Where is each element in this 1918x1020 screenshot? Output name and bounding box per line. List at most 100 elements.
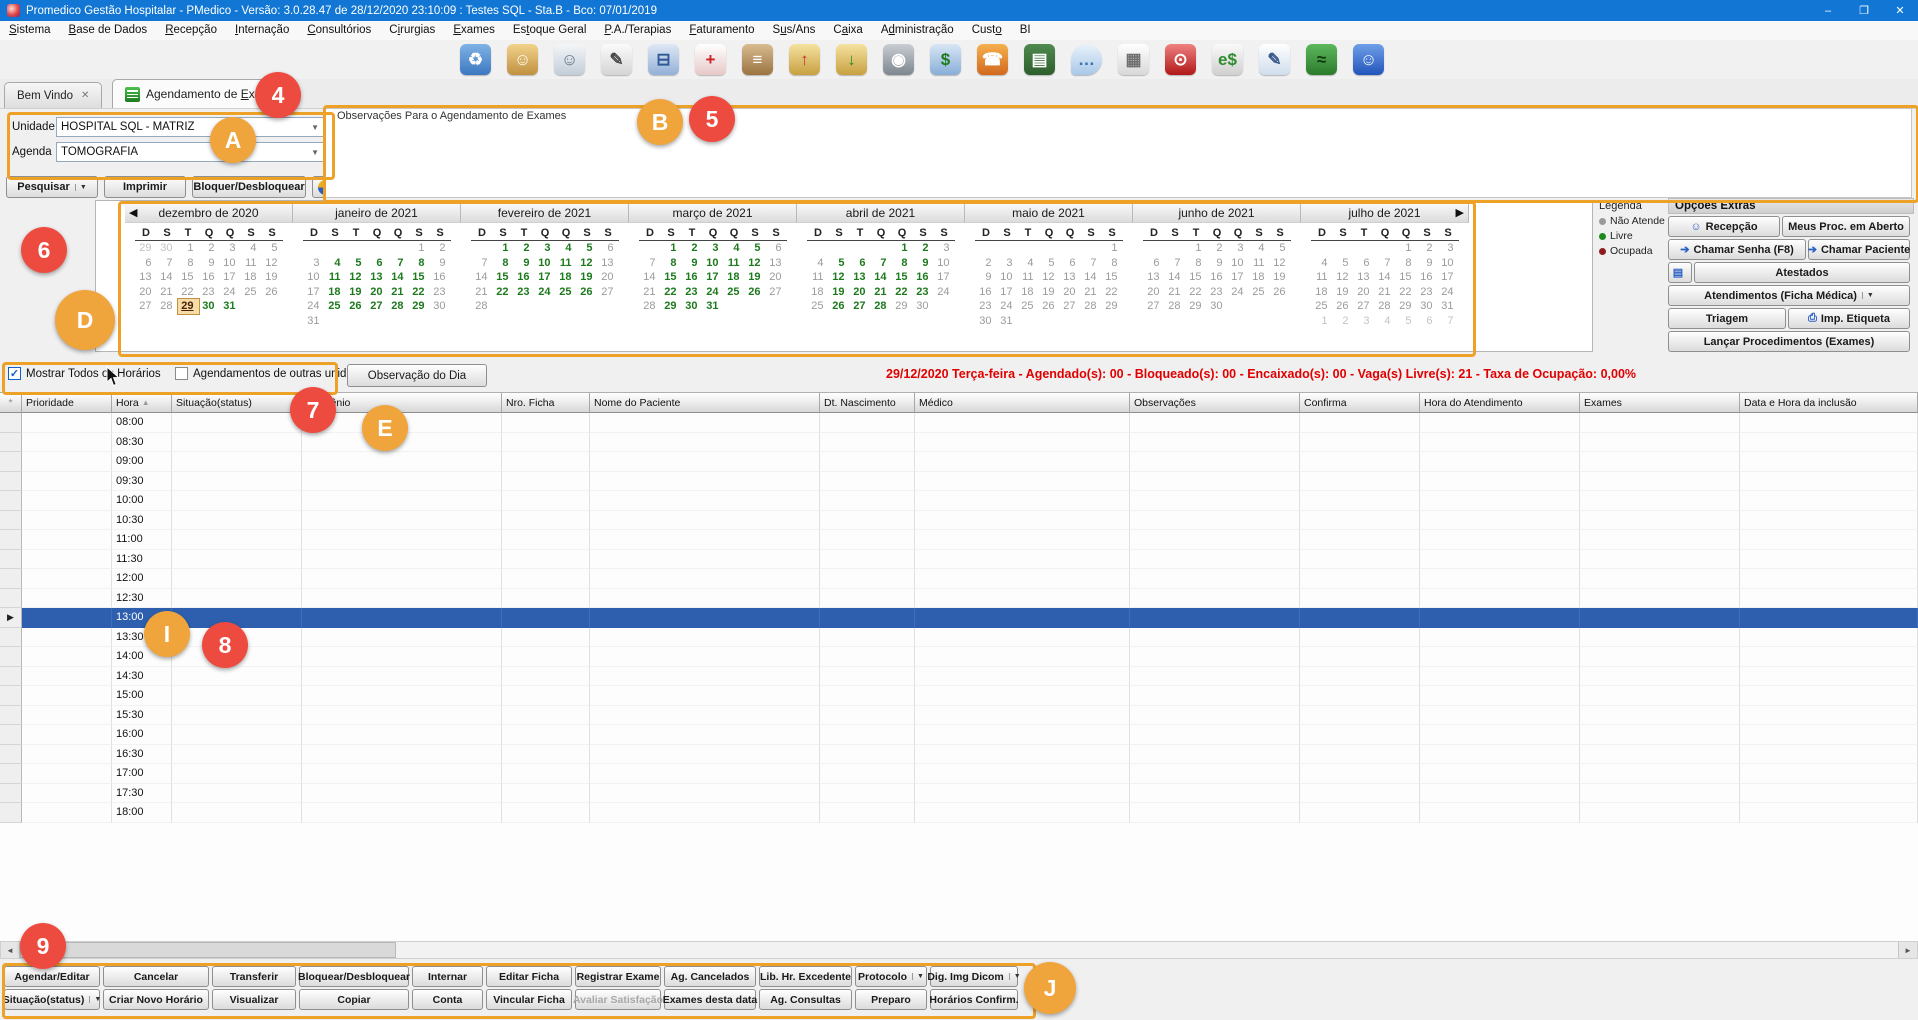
exames-desta-data-button[interactable]: Exames desta data: [664, 989, 756, 1010]
calendar-day[interactable]: 10: [535, 256, 556, 271]
calendar-day[interactable]: 30: [913, 299, 934, 314]
calendar-day[interactable]: 2: [430, 241, 451, 256]
calendar-day[interactable]: 11: [556, 256, 577, 271]
calendar-day[interactable]: 30: [199, 299, 220, 314]
calendar-day[interactable]: 6: [1144, 256, 1165, 271]
calendar-day[interactable]: 18: [808, 285, 829, 300]
calendar-day[interactable]: 15: [1186, 270, 1207, 285]
hospital-bed-icon[interactable]: ⊟: [648, 44, 679, 75]
calendar-day[interactable]: 5: [262, 241, 283, 256]
calendar-day[interactable]: 3: [1438, 241, 1459, 256]
calendar-day[interactable]: 11: [808, 270, 829, 285]
calendar-day[interactable]: 13: [1144, 270, 1165, 285]
calendar-day[interactable]: 29: [136, 241, 157, 256]
column-header-item[interactable]: *: [0, 393, 22, 413]
calendar-day[interactable]: 4: [325, 256, 346, 271]
column-header-confirma[interactable]: Confirma: [1300, 393, 1420, 413]
internar-button[interactable]: Internar: [412, 966, 483, 987]
calendar-day[interactable]: 17: [1228, 270, 1249, 285]
calendar-day[interactable]: 21: [1375, 285, 1396, 300]
imprimir-button[interactable]: Imprimir: [104, 176, 186, 198]
calendar-day[interactable]: 18: [724, 270, 745, 285]
stock-box-icon[interactable]: ≡: [742, 44, 773, 75]
calendar-day[interactable]: 23: [682, 285, 703, 300]
imp-etiqueta-button[interactable]: ⎙Imp. Etiqueta: [1788, 308, 1910, 329]
finance-chart-icon[interactable]: $: [930, 44, 961, 75]
column-header-exames[interactable]: Exames: [1580, 393, 1740, 413]
close-button[interactable]: ✕: [1882, 0, 1918, 21]
calendar-day[interactable]: 11: [1249, 256, 1270, 271]
menu-item-administracao[interactable]: Administração: [872, 21, 963, 40]
calendar-day[interactable]: 21: [1081, 285, 1102, 300]
schedule-row-11-30[interactable]: 11:30: [0, 550, 1918, 570]
calendar-day[interactable]: 4: [1018, 256, 1039, 271]
triagem-button[interactable]: Triagem: [1668, 308, 1786, 329]
calendar-day[interactable]: 28: [472, 299, 493, 314]
column-header-situacao-status[interactable]: Situação(status): [172, 393, 302, 413]
agenda-select[interactable]: TOMOGRAFIA ▼: [56, 142, 324, 162]
calendar-day[interactable]: 12: [346, 270, 367, 285]
calendar-day[interactable]: 29: [409, 299, 430, 314]
calendar-day[interactable]: 13: [598, 256, 619, 271]
minimize-button[interactable]: –: [1810, 0, 1846, 21]
calendar-day[interactable]: 11: [1018, 270, 1039, 285]
calendar-day[interactable]: 25: [241, 285, 262, 300]
calendar-day[interactable]: 6: [598, 241, 619, 256]
calendar-day[interactable]: 22: [1186, 285, 1207, 300]
calendar-day[interactable]: 7: [157, 256, 178, 271]
maximize-button[interactable]: ❐: [1846, 0, 1882, 21]
calendar-day[interactable]: 26: [1333, 299, 1354, 314]
calendar-day[interactable]: 1: [1312, 314, 1333, 329]
report-form-icon[interactable]: ▦: [1118, 44, 1149, 75]
schedule-row-09-00[interactable]: 09:00: [0, 452, 1918, 472]
schedule-row-13-30[interactable]: 13:30: [0, 628, 1918, 648]
calendar-day[interactable]: 20: [136, 285, 157, 300]
calendar-day[interactable]: 9: [514, 256, 535, 271]
vincular-ficha-button[interactable]: Vincular Ficha: [486, 989, 572, 1010]
menu-item-exames[interactable]: Exames: [444, 21, 504, 40]
calendar-day[interactable]: 7: [388, 256, 409, 271]
calendar-day[interactable]: 17: [304, 285, 325, 300]
calendar-day[interactable]: 30: [157, 241, 178, 256]
schedule-row-08-00[interactable]: 08:00: [0, 413, 1918, 433]
billing-up-icon[interactable]: ↑: [789, 44, 820, 75]
calendar-day[interactable]: 18: [325, 285, 346, 300]
calendar-day[interactable]: 22: [892, 285, 913, 300]
calendar-day[interactable]: 25: [1312, 299, 1333, 314]
calendar-day[interactable]: 30: [1207, 299, 1228, 314]
calendar-day[interactable]: 1: [892, 241, 913, 256]
column-header-medico[interactable]: Médico: [915, 393, 1130, 413]
pesquisar-button[interactable]: Pesquisar▼: [6, 176, 98, 198]
conta-button[interactable]: Conta: [412, 989, 483, 1010]
calendar-day[interactable]: 17: [535, 270, 556, 285]
calendar-day[interactable]: 5: [745, 241, 766, 256]
calendar-day[interactable]: 29: [661, 299, 682, 314]
calendar-day[interactable]: 23: [913, 285, 934, 300]
preparo-button[interactable]: Preparo: [855, 989, 927, 1010]
schedule-row-11-00[interactable]: 11:00: [0, 530, 1918, 550]
calendar-day[interactable]: 22: [1396, 285, 1417, 300]
menu-item-recepcao[interactable]: Recepção: [156, 21, 226, 40]
recepcao-button[interactable]: ☺Recepção: [1668, 216, 1780, 237]
calendar-day[interactable]: 27: [136, 299, 157, 314]
calendar-day[interactable]: 27: [598, 285, 619, 300]
calendar-day[interactable]: 9: [199, 256, 220, 271]
calendar-day[interactable]: 4: [724, 241, 745, 256]
calendar-day[interactable]: 23: [199, 285, 220, 300]
calendar-day[interactable]: 12: [262, 256, 283, 271]
calendar-day[interactable]: 25: [1249, 285, 1270, 300]
menu-item-estoque-geral[interactable]: Estoque Geral: [504, 21, 596, 40]
calendar-day[interactable]: 16: [682, 270, 703, 285]
calendar-day[interactable]: 16: [514, 270, 535, 285]
calendar-day[interactable]: 20: [1144, 285, 1165, 300]
calendar-day[interactable]: 7: [1438, 314, 1459, 329]
calendar-day[interactable]: 3: [1354, 314, 1375, 329]
calendar-day[interactable]: 20: [598, 270, 619, 285]
calendar-day[interactable]: 26: [346, 299, 367, 314]
calendar-day[interactable]: 6: [1060, 256, 1081, 271]
calendar-day[interactable]: 20: [850, 285, 871, 300]
bloquear-desbloquear-button[interactable]: Bloquer/Desbloquear: [192, 176, 306, 198]
calendar-day[interactable]: 17: [997, 285, 1018, 300]
column-header-convenio[interactable]: Convênio: [302, 393, 502, 413]
calendar-day[interactable]: 8: [661, 256, 682, 271]
